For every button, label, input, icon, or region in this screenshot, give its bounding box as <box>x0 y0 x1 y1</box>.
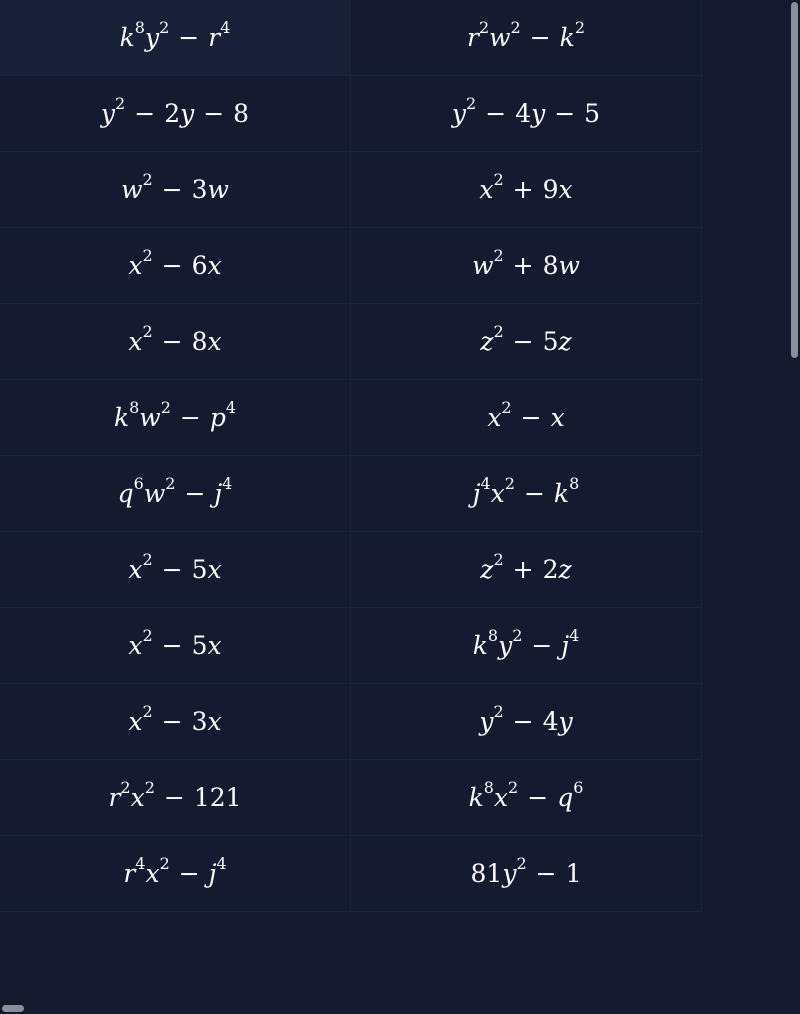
expression-cell[interactable]: 81y2−1 <box>351 836 702 912</box>
expression-text: w2 +8w <box>472 245 580 280</box>
expression-cell[interactable]: k8x2− q6 <box>351 760 702 836</box>
expression-grid-viewport: k8y2− r4 r2w2− k2 y2−2y −8 y2−4y −5 w2−3w x2 +9x x2… <box>0 0 800 1014</box>
vertical-scrollbar[interactable] <box>788 0 800 1014</box>
expression-text: x2− x <box>487 397 565 432</box>
expression-text: x2−5x <box>128 625 222 660</box>
expression-text: x2 +9x <box>479 169 573 204</box>
expression-cell[interactable]: x2−3x <box>0 684 351 760</box>
expression-cell[interactable]: r4x2− j4 <box>0 836 351 912</box>
expression-cell[interactable]: k8w2− p4 <box>0 380 351 456</box>
expression-cell[interactable]: x2−5x <box>0 608 351 684</box>
expression-text: y2−2y −8 <box>100 93 250 128</box>
expression-cell[interactable]: w2−3w <box>0 152 351 228</box>
expression-cell[interactable]: r2w2− k2 <box>351 0 702 76</box>
expression-text: r2w2− k2 <box>466 17 586 52</box>
expression-text: z2 +2z <box>480 549 572 584</box>
expression-cell[interactable]: y2−4y −5 <box>351 76 702 152</box>
expression-text: k8y2− r4 <box>119 17 231 52</box>
horizontal-scrollbar-thumb[interactable] <box>2 1005 24 1012</box>
expression-cell[interactable]: r2x2−121 <box>0 760 351 836</box>
expression-cell[interactable]: k8y2− j4 <box>351 608 702 684</box>
expression-cell[interactable]: w2 +8w <box>351 228 702 304</box>
vertical-scrollbar-thumb[interactable] <box>791 2 798 358</box>
expression-text: j4x2− k8 <box>472 473 580 508</box>
expression-cell[interactable]: y2−2y −8 <box>0 76 351 152</box>
expression-cell[interactable]: z2−5z <box>351 304 702 380</box>
expression-cell[interactable]: q6w2− j4 <box>0 456 351 532</box>
expression-text: 81y2−1 <box>470 853 582 888</box>
expression-cell[interactable]: x2−6x <box>0 228 351 304</box>
expression-cell[interactable]: k8y2− r4 <box>0 0 351 76</box>
expression-text: x2−3x <box>128 701 222 736</box>
expression-text: y2−4y −5 <box>451 93 601 128</box>
expression-text: k8x2− q6 <box>468 777 584 812</box>
expression-text: r4x2− j4 <box>123 853 227 888</box>
expression-cell[interactable]: x2− x <box>351 380 702 456</box>
expression-text: y2−4y <box>479 701 573 736</box>
expression-cell[interactable]: x2 +9x <box>351 152 702 228</box>
expression-text: w2−3w <box>121 169 229 204</box>
expression-text: r2x2−121 <box>108 777 242 812</box>
expression-cell[interactable]: y2−4y <box>351 684 702 760</box>
expression-text: z2−5z <box>480 321 572 356</box>
expression-text: k8y2− j4 <box>472 625 580 660</box>
expression-cell[interactable]: j4x2− k8 <box>351 456 702 532</box>
expression-text: x2−6x <box>128 245 222 280</box>
expression-cell[interactable]: x2−5x <box>0 532 351 608</box>
expression-text: x2−5x <box>128 549 222 584</box>
expression-cell[interactable]: x2−8x <box>0 304 351 380</box>
expression-grid: k8y2− r4 r2w2− k2 y2−2y −8 y2−4y −5 w2−3w x2 +9x x2… <box>0 0 702 912</box>
expression-cell[interactable]: z2 +2z <box>351 532 702 608</box>
expression-text: q6w2− j4 <box>117 473 233 508</box>
expression-text: k8w2− p4 <box>113 397 237 432</box>
expression-text: x2−8x <box>128 321 222 356</box>
